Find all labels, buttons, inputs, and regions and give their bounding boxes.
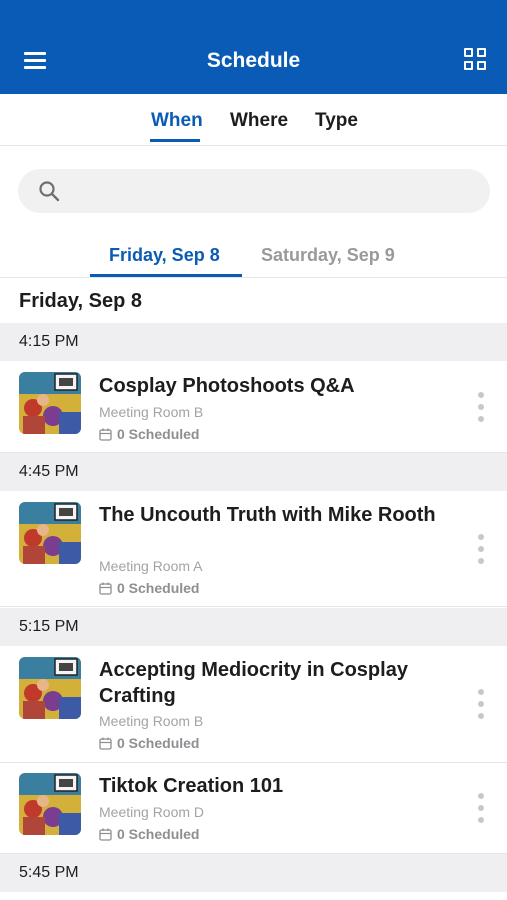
time-slot-header: 5:15 PM xyxy=(0,608,507,646)
time-label: 4:45 PM xyxy=(19,463,79,480)
session-thumbnail xyxy=(19,657,81,719)
time-label: 5:15 PM xyxy=(19,618,79,635)
session-room: Meeting Room D xyxy=(99,804,205,820)
session-item[interactable]: Accepting Mediocrity in Cosplay Crafting… xyxy=(0,646,507,763)
session-thumbnail xyxy=(19,372,81,434)
time-slot-header: 5:45 PM xyxy=(0,854,507,892)
session-title: Tiktok Creation 101 xyxy=(99,775,284,797)
time-label: 4:15 PM xyxy=(19,333,79,350)
session-title: Cosplay Photoshoots Q&A xyxy=(99,375,355,397)
session-title: The Uncouth Truth with Mike Rooth xyxy=(99,504,436,526)
active-day-indicator xyxy=(90,274,242,277)
scheduled-label: 0 Scheduled xyxy=(117,826,200,842)
tab-saturday[interactable]: Saturday, Sep 9 xyxy=(261,245,395,266)
calendar-icon xyxy=(99,737,112,750)
time-slot-header: 4:45 PM xyxy=(0,453,507,491)
search-bar[interactable] xyxy=(18,169,490,213)
session-item[interactable]: Cosplay Photoshoots Q&A Meeting Room B 0… xyxy=(0,361,507,453)
scheduled-count: 0 Scheduled xyxy=(99,735,199,751)
session-thumbnail xyxy=(19,773,81,835)
scheduled-label: 0 Scheduled xyxy=(117,426,200,442)
search-icon xyxy=(39,181,60,202)
session-thumbnail xyxy=(19,502,81,564)
app-bar: Schedule xyxy=(0,0,507,94)
scheduled-count: 0 Scheduled xyxy=(99,580,199,596)
page-title: Schedule xyxy=(206,49,301,72)
session-room: Meeting Room B xyxy=(99,713,204,729)
session-item[interactable]: The Uncouth Truth with Mike Rooth Meetin… xyxy=(0,491,507,607)
scheduled-count: 0 Scheduled xyxy=(99,826,199,842)
tab-where[interactable]: Where xyxy=(230,110,288,132)
scheduled-count: 0 Scheduled xyxy=(99,426,199,442)
scheduled-label: 0 Scheduled xyxy=(117,735,200,751)
active-tab-indicator xyxy=(150,139,200,142)
session-room: Meeting Room B xyxy=(99,404,204,420)
filter-tabs: When Where Type xyxy=(0,94,507,146)
day-tabs: Friday, Sep 8 Saturday, Sep 9 xyxy=(0,232,507,278)
tab-type[interactable]: Type xyxy=(315,110,358,132)
session-room: Meeting Room A xyxy=(99,558,203,574)
scheduled-label: 0 Scheduled xyxy=(117,580,200,596)
session-item[interactable]: Tiktok Creation 101 Meeting Room D 0 Sch… xyxy=(0,763,507,854)
time-label: 5:45 PM xyxy=(19,864,79,881)
more-options-icon[interactable] xyxy=(476,793,486,825)
calendar-icon xyxy=(99,428,112,441)
session-title: Accepting Mediocrity in Cosplay Crafting xyxy=(99,659,408,707)
calendar-icon xyxy=(99,828,112,841)
search-input[interactable] xyxy=(72,169,472,213)
tab-friday[interactable]: Friday, Sep 8 xyxy=(109,245,220,266)
day-heading: Friday, Sep 8 xyxy=(19,290,143,312)
calendar-icon xyxy=(99,582,112,595)
more-options-icon[interactable] xyxy=(476,392,486,424)
more-options-icon[interactable] xyxy=(476,689,486,721)
tab-when[interactable]: When xyxy=(151,110,203,132)
time-slot-header: 4:15 PM xyxy=(0,323,507,361)
grid-view-icon[interactable] xyxy=(463,47,489,73)
more-options-icon[interactable] xyxy=(476,534,486,566)
